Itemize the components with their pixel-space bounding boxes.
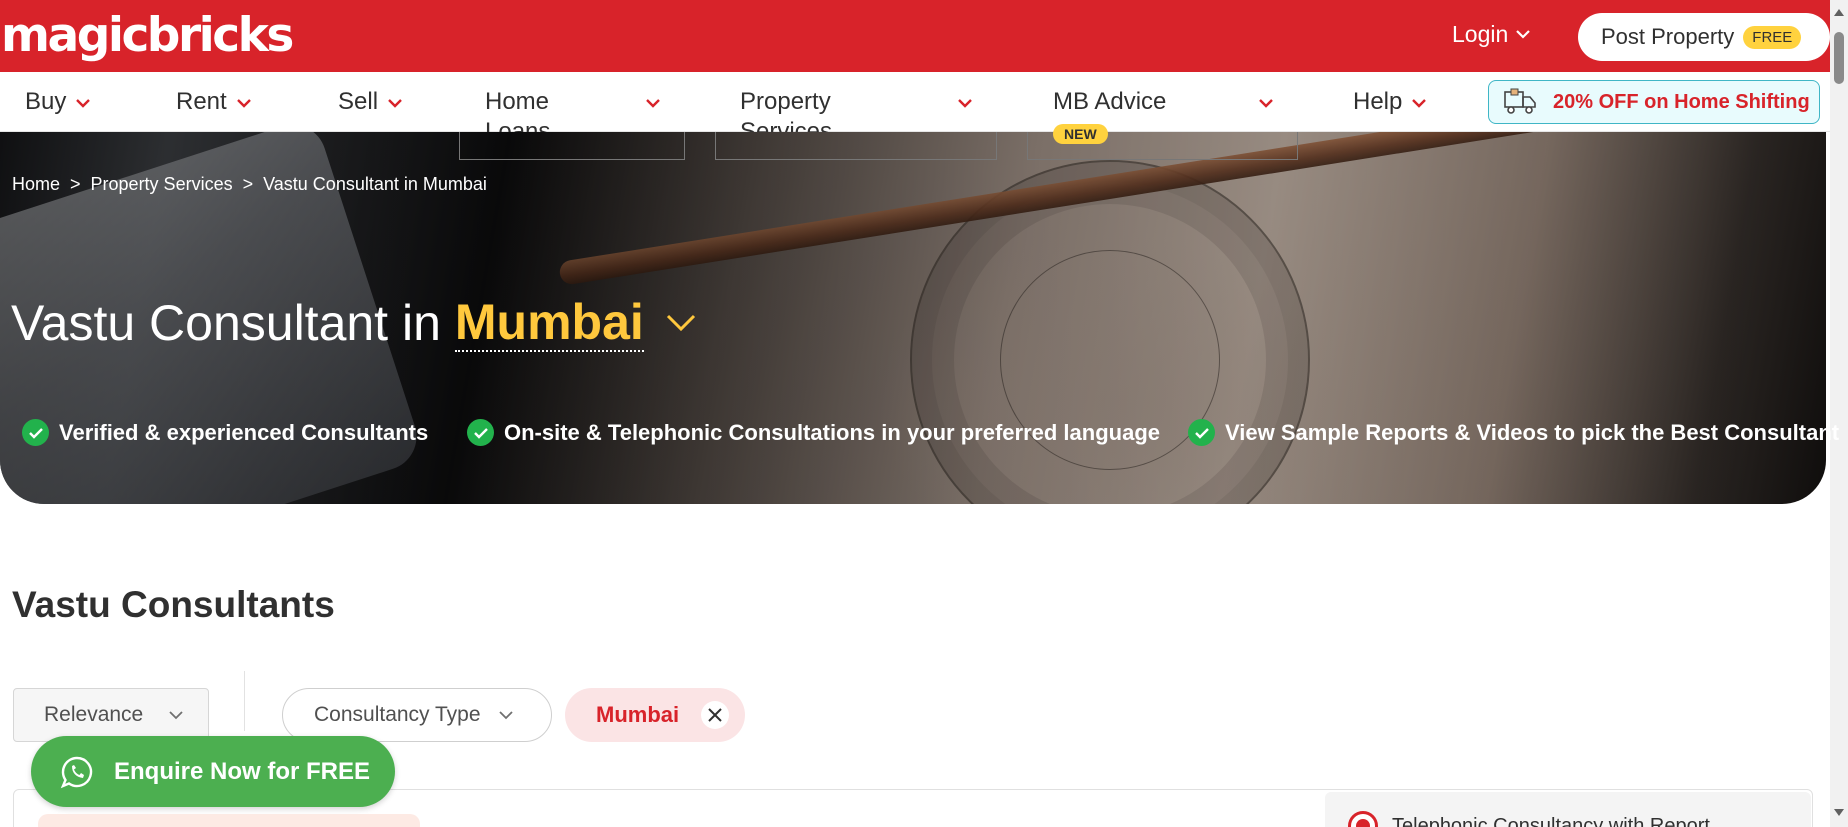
- title-prefix: Vastu Consultant in: [11, 295, 441, 351]
- breadcrumb-separator: >: [242, 174, 254, 194]
- option-label: Telephonic Consultancy with Report: [1392, 814, 1710, 827]
- scroll-down-arrow-icon[interactable]: [1834, 809, 1844, 816]
- chevron-down-icon: [236, 99, 251, 108]
- enquire-now-button[interactable]: Enquire Now for FREE: [31, 736, 395, 807]
- chevron-down-icon: [1516, 30, 1531, 39]
- scroll-thumb[interactable]: [1834, 32, 1844, 84]
- usp-text: On-site & Telephonic Consultations in yo…: [504, 419, 1161, 445]
- usp-item: Verified & experienced Consultants: [22, 419, 428, 446]
- post-property-label: Post Property: [1601, 24, 1735, 49]
- consultancy-option[interactable]: Telephonic Consultancy with Report: [1348, 811, 1710, 827]
- nav-item-sell[interactable]: Sell: [338, 87, 402, 117]
- post-property-button[interactable]: Post Property FREE: [1578, 13, 1830, 61]
- chevron-down-icon[interactable]: [666, 314, 696, 332]
- nav-item-rent[interactable]: Rent: [176, 87, 251, 117]
- nav-label: Buy: [25, 88, 67, 115]
- nav-dropdown-outline: [715, 132, 997, 160]
- offer-text: 20% OFF on Home Shifting: [1553, 90, 1810, 113]
- breadcrumb-home[interactable]: Home: [12, 174, 60, 195]
- breadcrumb-separator: >: [70, 174, 81, 194]
- radio-selected-icon: [1348, 811, 1378, 827]
- home-shifting-offer[interactable]: 20% OFF on Home Shifting: [1488, 80, 1820, 124]
- chevron-down-icon: [958, 99, 972, 108]
- nav-dropdown-outline: [459, 132, 685, 160]
- usp-item: On-site & Telephonic Consultations in yo…: [467, 419, 1160, 446]
- breadcrumb-property-services[interactable]: Property Services: [91, 174, 233, 195]
- nav-item-help[interactable]: Help: [1353, 87, 1427, 117]
- login-button[interactable]: Login: [1452, 21, 1531, 48]
- close-icon[interactable]: [701, 701, 729, 729]
- check-icon: [22, 419, 49, 446]
- nav-label: Rent: [176, 88, 227, 115]
- chevron-down-icon: [76, 99, 91, 108]
- free-badge: FREE: [1743, 25, 1802, 49]
- login-label: Login: [1452, 21, 1509, 47]
- sort-dropdown[interactable]: Relevance: [13, 688, 209, 742]
- page: magicbricks Login Post Property FREE Buy…: [0, 0, 1848, 827]
- chevron-down-icon: [388, 99, 402, 108]
- page-title: Vastu Consultant in Mumbai: [11, 294, 696, 352]
- city-filter-chip: Mumbai: [565, 688, 745, 742]
- new-badge: NEW: [1053, 124, 1108, 144]
- top-header: magicbricks Login Post Property FREE: [0, 0, 1830, 72]
- enquire-label: Enquire Now for FREE: [114, 757, 371, 785]
- scroll-up-arrow-icon[interactable]: [1834, 9, 1844, 16]
- card-highlight: [38, 814, 420, 827]
- breadcrumb: Home > Property Services > Vastu Consult…: [12, 174, 487, 195]
- city-selector[interactable]: Mumbai: [454, 294, 644, 352]
- consultancy-type-filter[interactable]: Consultancy Type: [282, 688, 552, 742]
- truck-icon: [1504, 88, 1536, 114]
- filter-label: Consultancy Type: [314, 703, 481, 726]
- usp-item: View Sample Reports & Videos to pick the…: [1188, 419, 1839, 446]
- chevron-down-icon: [169, 710, 183, 719]
- nav-label: MB Advice: [1053, 88, 1167, 115]
- chevron-down-icon: [1412, 99, 1427, 108]
- breadcrumb-current: Vastu Consultant in Mumbai: [263, 174, 487, 194]
- sort-label: Relevance: [44, 703, 144, 726]
- chevron-down-icon: [646, 99, 660, 108]
- scrollbar[interactable]: [1830, 0, 1848, 827]
- nav-label: Help: [1353, 88, 1403, 115]
- whatsapp-icon: [60, 756, 93, 788]
- usp-text: Verified & experienced Consultants: [59, 419, 429, 445]
- nav-item-buy[interactable]: Buy: [25, 87, 91, 117]
- city-chip-label: Mumbai: [596, 702, 680, 727]
- nav-item-mb-advice[interactable]: MB Advice: [1053, 87, 1273, 117]
- check-icon: [1188, 419, 1215, 446]
- chevron-down-icon: [498, 710, 513, 719]
- filter-divider: [244, 671, 245, 731]
- usp-text: View Sample Reports & Videos to pick the…: [1225, 419, 1840, 445]
- chevron-down-icon: [1259, 99, 1273, 108]
- nav-label: Sell: [338, 88, 379, 115]
- check-icon: [467, 419, 494, 446]
- logo[interactable]: magicbricks: [1, 8, 294, 63]
- section-title: Vastu Consultants: [12, 584, 335, 625]
